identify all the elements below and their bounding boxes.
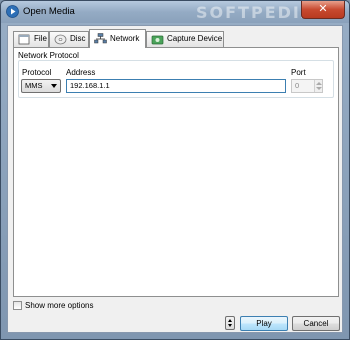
tab-network-label: Network bbox=[110, 34, 140, 43]
network-protocol-group-title: Network Protocol bbox=[18, 51, 79, 60]
close-icon: ✕ bbox=[318, 3, 328, 15]
protocol-select[interactable]: MMS bbox=[21, 79, 61, 93]
protocol-label: Protocol bbox=[22, 68, 52, 77]
chevron-down-icon bbox=[51, 84, 57, 88]
tab-network[interactable]: Network bbox=[89, 29, 146, 48]
capture-device-icon bbox=[151, 35, 164, 45]
spin-down-icon bbox=[316, 87, 322, 90]
open-media-window: Open Media SOFTPEDIA ✕ File Disc Network… bbox=[0, 0, 350, 340]
arrow-down-icon bbox=[228, 324, 232, 327]
close-button[interactable]: ✕ bbox=[301, 1, 345, 19]
vlc-cone-icon bbox=[6, 5, 19, 18]
title-bar[interactable]: Open Media SOFTPEDIA ✕ bbox=[1, 1, 349, 23]
port-spinbox[interactable]: 0 bbox=[291, 79, 323, 93]
protocol-select-value: MMS bbox=[25, 81, 43, 90]
disc-icon bbox=[54, 34, 67, 45]
show-more-options-checkbox[interactable] bbox=[13, 301, 22, 310]
cancel-button[interactable]: Cancel bbox=[292, 316, 340, 331]
tab-capture-device[interactable]: Capture Device bbox=[146, 31, 224, 47]
port-spin-buttons[interactable] bbox=[314, 80, 322, 92]
port-spinbox-value: 0 bbox=[295, 81, 300, 90]
dialog-body: File Disc Network Capture Device Network… bbox=[7, 25, 343, 333]
tab-disc[interactable]: Disc bbox=[49, 31, 89, 47]
tab-file[interactable]: File bbox=[13, 31, 49, 47]
arrow-up-icon bbox=[228, 319, 232, 322]
tab-disc-label: Disc bbox=[70, 34, 86, 43]
address-label: Address bbox=[66, 68, 96, 77]
address-input-value: 192.168.1.1 bbox=[70, 81, 110, 90]
play-button[interactable]: Play bbox=[240, 316, 288, 331]
softpedia-watermark: SOFTPEDIA bbox=[196, 3, 316, 22]
port-label: Port bbox=[291, 68, 306, 77]
network-icon bbox=[94, 33, 107, 44]
show-more-options-label: Show more options bbox=[25, 301, 94, 310]
tab-file-label: File bbox=[34, 34, 47, 43]
tab-capture-device-label: Capture Device bbox=[167, 34, 223, 43]
play-options-dropdown-button[interactable] bbox=[225, 316, 235, 330]
file-icon bbox=[18, 34, 30, 45]
window-title: Open Media bbox=[23, 6, 75, 17]
address-input[interactable]: 192.168.1.1 bbox=[66, 79, 286, 93]
spin-up-icon bbox=[316, 82, 322, 85]
